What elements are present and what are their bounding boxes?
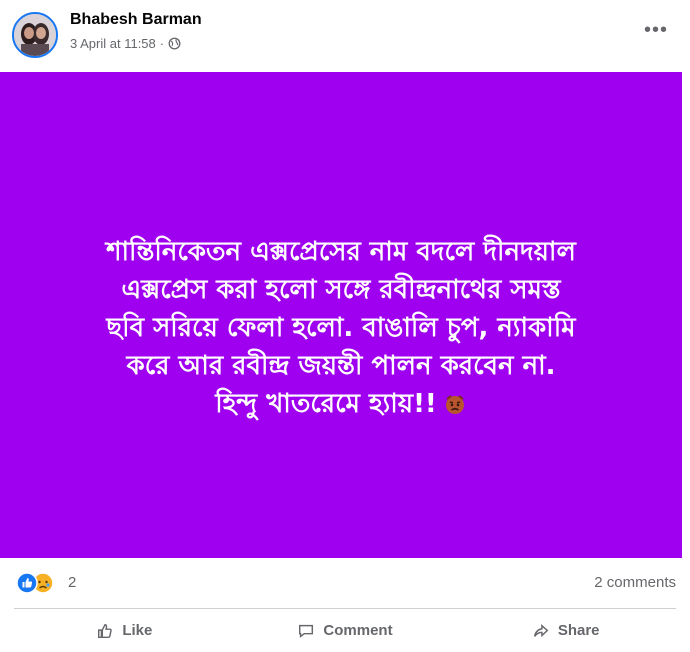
share-label: Share xyxy=(557,622,600,639)
reactions-bar: 2 2 comments xyxy=(0,558,690,608)
avatar[interactable] xyxy=(12,12,58,58)
share-button[interactable]: Share xyxy=(455,612,676,652)
share-icon xyxy=(532,622,550,644)
author-name[interactable]: Bhabesh Barman xyxy=(70,11,202,29)
reaction-count[interactable]: 2 xyxy=(68,574,76,591)
divider xyxy=(14,608,676,609)
like-label: Like xyxy=(122,622,153,639)
reaction-icons[interactable] xyxy=(16,572,60,594)
post-header: Bhabesh Barman 3 April at 11:58 · ••• xyxy=(0,0,690,72)
post-meta: 3 April at 11:58 · xyxy=(70,36,181,51)
globe-icon xyxy=(168,37,181,50)
comment-button[interactable]: Comment xyxy=(235,612,456,652)
action-bar: Like Comment Share xyxy=(14,612,676,652)
text-post-card: শান্তিনিকেতন এক্সপ্রেসের নাম বদলে দীনদয়… xyxy=(0,72,682,558)
more-options-button[interactable]: ••• xyxy=(644,20,668,40)
meta-separator: · xyxy=(159,36,165,51)
comment-icon xyxy=(297,622,315,644)
timestamp[interactable]: 3 April at 11:58 xyxy=(70,36,156,51)
post-text-content: শান্তিনিকেতন এক্সপ্রেসের নাম বদলে দীনদয়… xyxy=(106,237,576,419)
angry-face-icon xyxy=(443,389,467,414)
comments-count[interactable]: 2 comments xyxy=(594,574,676,591)
like-button[interactable]: Like xyxy=(14,612,235,652)
facebook-post: Bhabesh Barman 3 April at 11:58 · ••• শা… xyxy=(0,0,690,639)
thumbs-up-icon xyxy=(96,622,114,644)
post-text: শান্তিনিকেতন এক্সপ্রেসের নাম বদলে দীনদয়… xyxy=(21,233,661,423)
comment-label: Comment xyxy=(323,622,393,639)
